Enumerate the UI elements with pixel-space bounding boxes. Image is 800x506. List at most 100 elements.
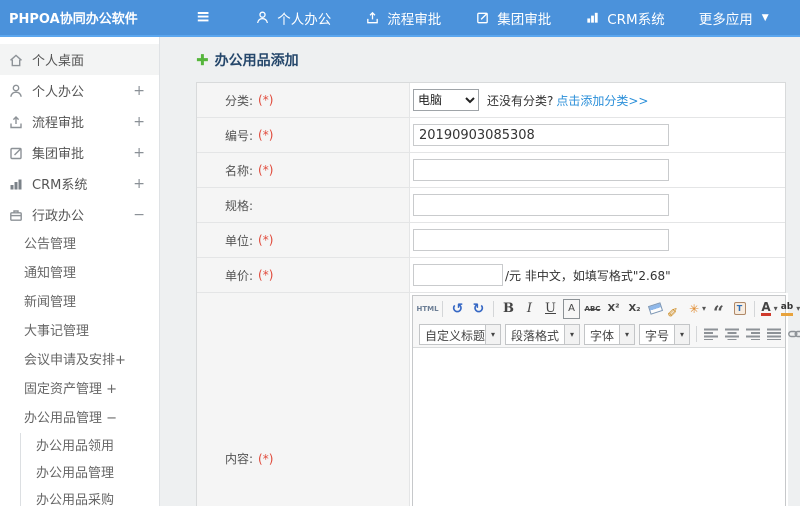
sidebar-item-label: 流程审批 xyxy=(32,116,85,131)
unit-input[interactable] xyxy=(413,229,669,251)
field-label: 编号: (*) xyxy=(197,118,410,152)
workflow-icon xyxy=(8,114,25,130)
sidebar-subitem-notifications[interactable]: 通知管理 xyxy=(0,259,159,288)
caret-down-icon: ▾ xyxy=(485,324,500,344)
font-color-button[interactable]: A ▾ xyxy=(761,299,778,319)
align-right-button[interactable] xyxy=(745,324,762,344)
blockquote-button[interactable]: “ xyxy=(710,303,727,323)
form-row-category: 分类: (*) 电脑 还没有分类? 点击添加分类>> xyxy=(197,83,785,118)
toolbar-separator xyxy=(696,326,698,342)
sidebar-subsubitem-supplies-purchase[interactable]: 办公用品采购 xyxy=(21,487,159,506)
sidebar-subitem-announcements[interactable]: 公告管理 xyxy=(0,230,159,259)
sidebar-subsubitem-supplies-claim[interactable]: 办公用品领用 xyxy=(21,433,159,460)
hamburger-menu-icon[interactable]: ≡ xyxy=(196,9,210,26)
expand-plus-icon[interactable]: + xyxy=(133,114,145,130)
required-marker: (*) xyxy=(258,233,274,247)
chart-icon xyxy=(8,176,25,192)
name-input[interactable] xyxy=(413,159,669,181)
caret-down-icon: ▾ xyxy=(773,304,778,313)
rich-text-editor: HTML ↺ ↻ B I U A ABC X² X₂ ✎ ✳ ▾ “ T A ▾… xyxy=(412,295,800,506)
nav-item-more-apps[interactable]: 更多应用 ▼ xyxy=(682,0,786,35)
eraser-button[interactable] xyxy=(647,299,664,319)
nav-item-crm[interactable]: CRM系统 xyxy=(568,0,681,35)
strikethrough-button[interactable]: ABC xyxy=(584,299,601,319)
required-marker: (*) xyxy=(258,268,274,282)
sidebar-subitem-meetings[interactable]: 会议申请及安排+ xyxy=(0,346,159,375)
highlight-color-button[interactable]: ab ▾ xyxy=(780,299,800,319)
expand-plus-icon[interactable]: + xyxy=(133,145,145,161)
required-marker: (*) xyxy=(258,93,274,107)
font-family-dropdown[interactable]: 字体 ▾ xyxy=(584,323,636,345)
sidebar-item-group-approval[interactable]: 集团审批 + xyxy=(0,137,159,168)
form-row-code: 编号: (*) xyxy=(197,118,785,153)
nav-item-workflow-approval[interactable]: 流程审批 xyxy=(348,0,458,35)
sidebar-item-desktop[interactable]: 个人桌面 xyxy=(0,44,159,75)
collapse-minus-icon[interactable]: − xyxy=(133,207,145,223)
sidebar-item-crm[interactable]: CRM系统 + xyxy=(0,168,159,199)
home-icon xyxy=(8,52,25,68)
align-justify-button[interactable] xyxy=(766,324,783,344)
form-row-unit: 单位: (*) xyxy=(197,223,785,258)
nav-item-label: 个人办公 xyxy=(277,11,332,28)
form-row-content: 内容: (*) HTML ↺ ↻ B I U A ABC X² X₂ ✎ ✳ ▾… xyxy=(197,293,800,506)
sparkle-icon: ✳ xyxy=(688,301,700,316)
nav-item-label: 更多应用 xyxy=(698,11,753,28)
nav-item-group-approval[interactable]: 集团审批 xyxy=(458,0,568,35)
sidebar-item-admin-office[interactable]: 行政办公 − xyxy=(0,199,159,230)
font-size-dropdown[interactable]: 字号 ▾ xyxy=(639,323,691,345)
paragraph-format-dropdown[interactable]: 段落格式 ▾ xyxy=(505,323,581,345)
app-logo: PHPOA协同办公软件 xyxy=(9,12,138,27)
sidebar-subitem-news[interactable]: 新闻管理 xyxy=(0,288,159,317)
undo-button[interactable]: ↺ xyxy=(449,299,466,319)
category-select[interactable]: 电脑 xyxy=(413,89,479,111)
caret-down-icon: ▼ xyxy=(761,12,769,23)
italic-button[interactable]: I xyxy=(521,299,538,319)
user-icon xyxy=(8,83,25,99)
form-row-spec: 规格: xyxy=(197,188,785,223)
nav-item-label: 流程审批 xyxy=(387,11,442,28)
align-left-button[interactable] xyxy=(703,324,720,344)
subscript-button[interactable]: X₂ xyxy=(626,299,643,319)
sidebar-subitem-fixed-assets[interactable]: 固定资产管理 + xyxy=(0,375,159,404)
format-brush-button[interactable]: ✎ xyxy=(667,300,687,317)
superscript-button[interactable]: X² xyxy=(605,299,622,319)
expand-plus-icon[interactable]: + xyxy=(133,176,145,192)
main-content: ✚ 办公用品添加 分类: (*) 电脑 还没有分类? 点击添加分类>> 编号: … xyxy=(161,37,800,506)
custom-heading-dropdown[interactable]: 自定义标题 ▾ xyxy=(419,323,501,345)
sidebar-subitem-office-supplies[interactable]: 办公用品管理 − xyxy=(0,404,159,433)
underline-button[interactable]: U xyxy=(542,299,559,319)
expand-plus-icon[interactable]: + xyxy=(133,83,145,99)
code-input[interactable] xyxy=(413,124,669,146)
clear-format-button[interactable]: ✳ ▾ xyxy=(689,299,706,319)
sidebar-subsubitem-supplies-manage[interactable]: 办公用品管理 xyxy=(21,460,159,487)
sidebar-subitem-memorabilia[interactable]: 大事记管理 xyxy=(0,317,159,346)
highlight-icon: ab xyxy=(780,302,794,316)
price-input[interactable] xyxy=(413,264,503,286)
source-code-button[interactable]: HTML xyxy=(416,299,438,319)
editor-content-area[interactable] xyxy=(413,347,785,506)
caret-down-icon: ▾ xyxy=(674,324,690,344)
insert-link-button[interactable] xyxy=(787,324,800,344)
toolbar-separator xyxy=(493,300,494,317)
redo-button[interactable]: ↻ xyxy=(470,299,487,319)
sidebar-item-label: 个人桌面 xyxy=(32,54,85,69)
toolbar-separator xyxy=(442,300,443,317)
bold-button[interactable]: B xyxy=(500,299,517,319)
required-marker: (*) xyxy=(258,163,274,177)
edit-icon xyxy=(475,10,490,25)
align-center-button[interactable] xyxy=(724,324,741,344)
font-size-button[interactable]: A xyxy=(563,298,580,319)
briefcase-icon xyxy=(8,207,25,223)
paste-as-text-button[interactable]: T xyxy=(731,299,748,319)
category-hint: 还没有分类? xyxy=(487,93,554,108)
add-category-link[interactable]: 点击添加分类>> xyxy=(556,92,648,109)
sidebar-item-label: 个人办公 xyxy=(32,85,85,100)
add-plus-icon: ✚ xyxy=(196,50,209,69)
nav-item-personal-office[interactable]: 个人办公 xyxy=(238,0,348,35)
eraser-icon xyxy=(647,302,664,315)
spec-input[interactable] xyxy=(413,194,669,216)
sidebar-item-personal-office[interactable]: 个人办公 + xyxy=(0,75,159,106)
sidebar-item-workflow-approval[interactable]: 流程审批 + xyxy=(0,106,159,137)
field-label: 名称: (*) xyxy=(197,153,410,187)
page-title-text: 办公用品添加 xyxy=(214,53,299,69)
